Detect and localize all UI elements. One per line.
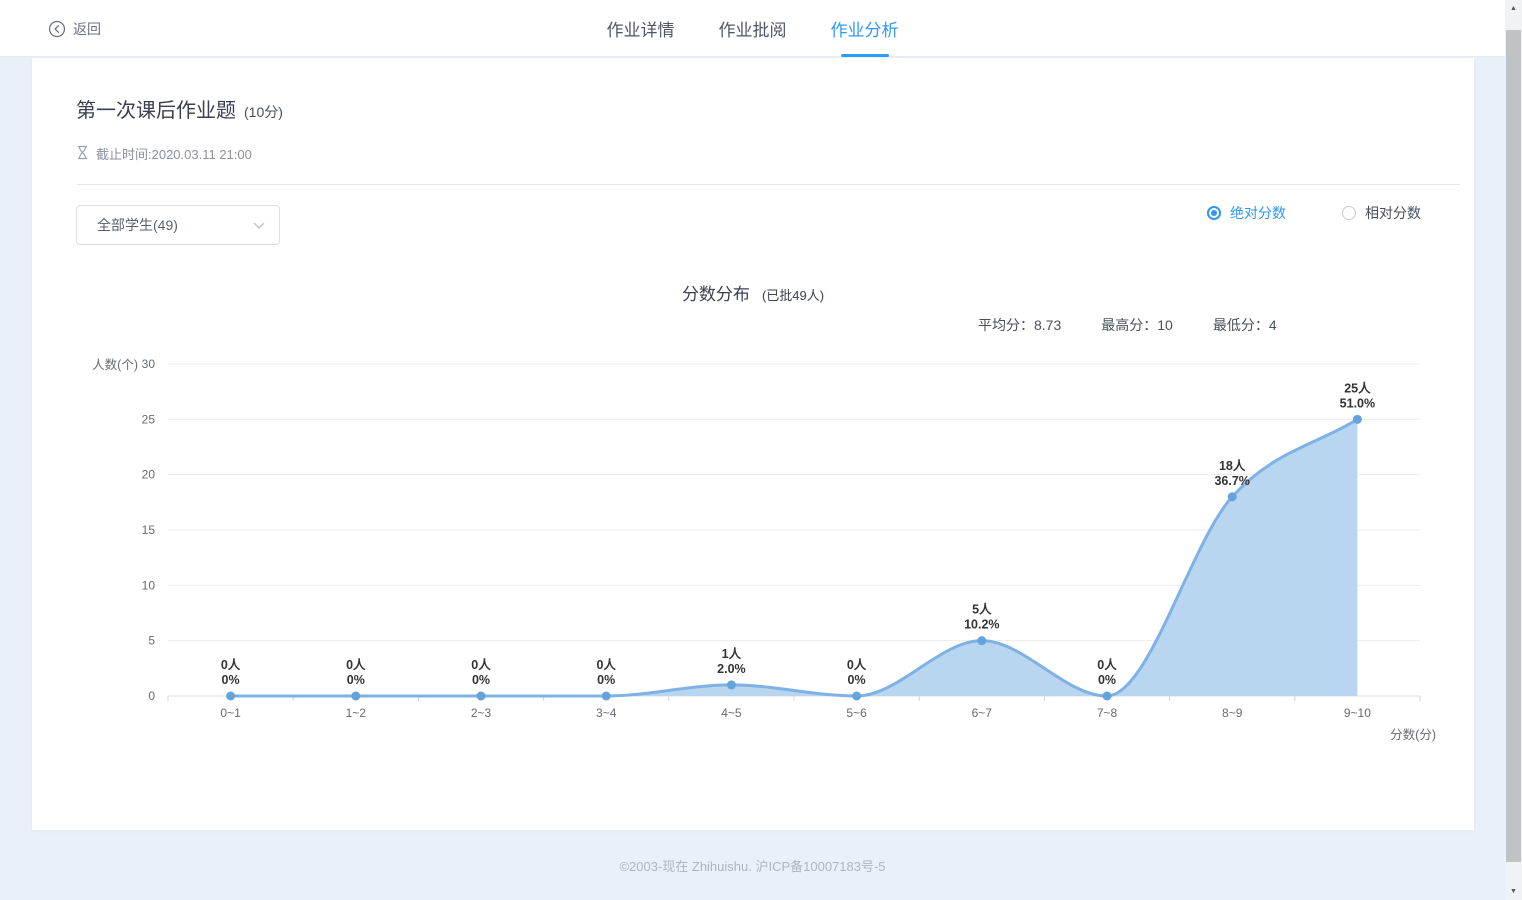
y-tick-label: 20	[142, 468, 156, 482]
x-tick-label: 3~4	[596, 706, 617, 720]
student-filter-dropdown[interactable]: 全部学生(49)	[76, 205, 280, 245]
data-point[interactable]	[602, 692, 611, 701]
homework-title-row: 第一次课后作业题 (10分)	[76, 94, 283, 123]
radio-relative-score[interactable]: 相对分数	[1342, 203, 1421, 223]
dropdown-value: 全部学生(49)	[97, 215, 178, 235]
hourglass-icon	[76, 145, 89, 163]
data-point-label-count: 0人	[596, 657, 616, 672]
chart-header: 分数分布 (已批49人)	[32, 280, 1474, 305]
data-point-label-count: 0人	[847, 657, 867, 672]
data-point-label-percent: 10.2%	[964, 618, 999, 632]
stat-average: 平均分：8.73	[978, 315, 1061, 335]
active-tab-underline	[841, 54, 889, 57]
data-point[interactable]	[1103, 692, 1112, 701]
data-point[interactable]	[351, 692, 360, 701]
x-tick-label: 1~2	[346, 706, 367, 720]
section-divider	[77, 184, 1460, 185]
data-point[interactable]	[226, 692, 235, 701]
data-point-label-count: 0人	[471, 657, 491, 672]
y-tick-label: 5	[148, 634, 155, 648]
stat-max: 最高分：10	[1101, 315, 1173, 335]
data-point[interactable]	[727, 680, 736, 689]
y-tick-label: 30	[142, 357, 156, 371]
page-footer: ©2003-现在 Zhihuishu. 沪ICP备10007183号-5	[0, 830, 1505, 900]
scrollbar-thumb[interactable]	[1506, 30, 1521, 862]
homework-title: 第一次课后作业题	[76, 94, 236, 123]
tab-homework-review[interactable]: 作业批阅	[719, 0, 787, 57]
score-stats-row: 平均分：8.73 最高分：10 最低分：4	[978, 315, 1277, 335]
tab-label: 作业详情	[607, 16, 675, 41]
x-tick-label: 5~6	[846, 706, 867, 720]
scroll-down-arrow-icon[interactable]: ▼	[1505, 883, 1522, 900]
vertical-scrollbar[interactable]: ▲ ▼	[1505, 0, 1522, 900]
data-point-label-count: 18人	[1219, 458, 1246, 473]
copyright-text: ©2003-现在 Zhihuishu. 沪ICP备10007183号-5	[619, 856, 885, 875]
tab-homework-details[interactable]: 作业详情	[607, 0, 675, 57]
score-mode-radio-group: 绝对分数 相对分数	[1207, 203, 1421, 223]
data-point-label-percent: 0%	[1098, 673, 1116, 687]
data-point-label-count: 0人	[1097, 657, 1117, 672]
data-point[interactable]	[852, 692, 861, 701]
data-point-label-percent: 36.7%	[1214, 474, 1249, 488]
data-point-label-count: 5人	[972, 602, 992, 617]
tab-label: 作业批阅	[719, 16, 787, 41]
radio-label: 绝对分数	[1230, 203, 1286, 223]
stat-min: 最低分：4	[1213, 315, 1277, 335]
chart-svg: 0 5 10 15 20 25 30 0~1 1~2 2~3 3~4 4~5 5~6 6~7 7~8 8~9 9…	[32, 350, 1474, 800]
data-point-label-percent: 0%	[472, 673, 490, 687]
x-tick-label: 6~7	[972, 706, 993, 720]
top-navbar: 返回 作业详情 作业批阅 作业分析	[0, 0, 1505, 57]
radio-button-icon	[1207, 206, 1221, 220]
x-tick-label: 8~9	[1222, 706, 1243, 720]
data-point-label-percent: 0%	[848, 673, 866, 687]
chart-title: 分数分布	[682, 280, 750, 305]
tab-bar: 作业详情 作业批阅 作业分析	[0, 0, 1505, 57]
data-point-label-percent: 0%	[347, 673, 365, 687]
content-card: 第一次课后作业题 (10分) 截止时间:2020.03.11 21:00 全部学…	[32, 58, 1474, 830]
page: 返回 作业详情 作业批阅 作业分析 第一次课后作业题 (10分)	[0, 0, 1522, 900]
deadline-text: 截止时间:2020.03.11 21:00	[96, 144, 252, 163]
y-tick-label: 10	[142, 578, 156, 592]
score-distribution-chart: 0 5 10 15 20 25 30 0~1 1~2 2~3 3~4 4~5 5~6 6~7 7~8 8~9 9…	[32, 350, 1474, 800]
radio-button-icon	[1342, 206, 1356, 220]
x-tick-label: 7~8	[1097, 706, 1118, 720]
tab-label: 作业分析	[831, 16, 899, 41]
data-point-label-percent: 51.0%	[1340, 396, 1375, 410]
x-tick-label: 2~3	[471, 706, 492, 720]
y-tick-label: 15	[142, 523, 156, 537]
data-point[interactable]	[1228, 492, 1237, 501]
data-point[interactable]	[977, 636, 986, 645]
homework-total-score: (10分)	[244, 102, 283, 122]
x-axis-name: 分数(分)	[1390, 727, 1436, 742]
data-point[interactable]	[1353, 415, 1362, 424]
scroll-up-arrow-icon[interactable]: ▲	[1505, 0, 1522, 17]
data-point[interactable]	[477, 692, 486, 701]
x-tick-label: 4~5	[721, 706, 742, 720]
x-tick-label: 0~1	[220, 706, 241, 720]
data-point-label-percent: 0%	[222, 673, 240, 687]
y-axis-name: 人数(个)	[92, 357, 138, 372]
deadline-row: 截止时间:2020.03.11 21:00	[76, 144, 252, 163]
tab-homework-analysis[interactable]: 作业分析	[831, 0, 899, 57]
radio-label: 相对分数	[1365, 203, 1421, 223]
data-point-label-count: 0人	[221, 657, 241, 672]
data-point-label-percent: 0%	[597, 673, 615, 687]
data-point-label-percent: 2.0%	[717, 662, 746, 676]
data-point-label-count: 1人	[722, 646, 742, 661]
area-fill	[231, 419, 1358, 696]
x-tick-label: 9~10	[1344, 706, 1371, 720]
chevron-down-icon	[253, 217, 265, 233]
radio-absolute-score[interactable]: 绝对分数	[1207, 203, 1286, 223]
chart-subtitle: (已批49人)	[762, 285, 824, 304]
y-tick-label: 0	[148, 689, 155, 703]
y-tick-label: 25	[142, 412, 156, 426]
data-point-label-count: 25人	[1344, 380, 1371, 395]
data-point-label-count: 0人	[346, 657, 366, 672]
